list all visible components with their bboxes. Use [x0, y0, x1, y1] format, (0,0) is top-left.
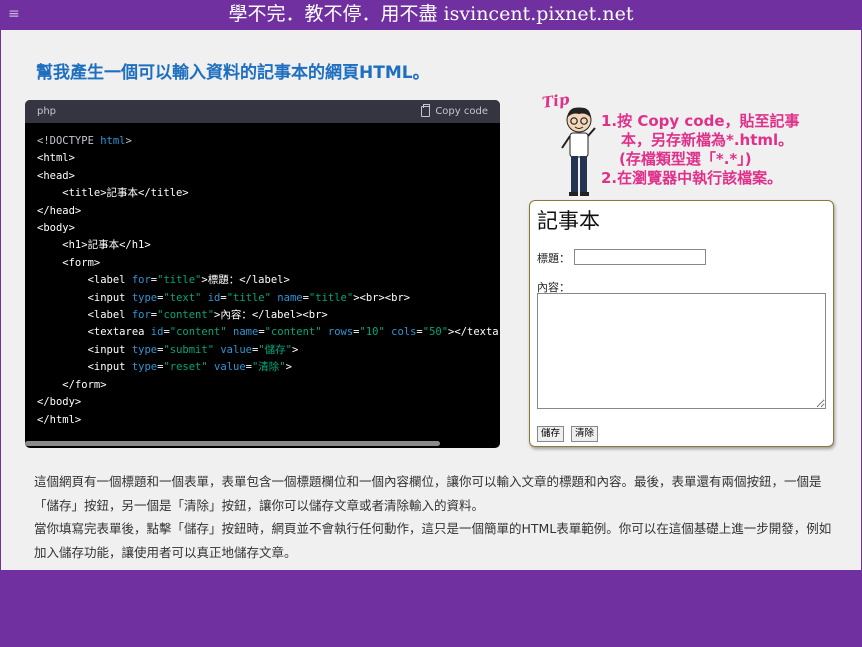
demo-title-input[interactable]	[574, 249, 706, 265]
code-line: <title>記事本</title>	[37, 187, 189, 200]
article-paragraph: 當你填寫完表單後，點擊「儲存」按鈕時，網頁並不會執行任何動作，這只是一個簡單的H…	[34, 521, 832, 560]
notepad-demo-preview: 記事本 標題： 內容： 儲存 清除	[529, 200, 834, 447]
code-line: <!DOCTYPE html>	[37, 135, 132, 147]
code-horizontal-scrollbar[interactable]	[25, 441, 440, 446]
article-heading: 幫我產生一個可以輸入資料的記事本的網頁HTML。	[36, 63, 430, 83]
code-line: </form>	[37, 378, 107, 391]
article-body: 這個網頁有一個標題和一個表單，表單包含一個標題欄位和一個內容欄位，讓你可以輸入文…	[34, 470, 834, 564]
code-line: <h1>記事本</h1>	[37, 239, 151, 252]
tip-line: 1.按 Copy code，貼至記事	[601, 112, 800, 130]
copy-code-button[interactable]: Copy code	[421, 104, 488, 117]
site-title[interactable]: 學不完．教不停．用不盡 isvincent.pixnet.net	[0, 1, 862, 27]
demo-content-textarea[interactable]	[537, 293, 826, 409]
site-header: ≡ 學不完．教不停．用不盡 isvincent.pixnet.net	[0, 0, 862, 30]
clipboard-icon	[421, 104, 431, 117]
tip-line: 2.在瀏覽器中執行該檔案。	[601, 169, 783, 187]
code-body[interactable]: <!DOCTYPE html> <html> <head> <title>記事本</…	[25, 123, 500, 439]
code-line: <textarea id="content" name="content" ro…	[37, 326, 500, 339]
tip-line: (存檔類型選「*.*」)	[619, 150, 752, 168]
tip-line: 本，另存新檔為*.html。	[621, 131, 794, 149]
demo-clear-button[interactable]: 清除	[571, 426, 599, 442]
code-line: <html>	[37, 152, 75, 165]
code-line: <label for="title">標題：</label>	[37, 274, 290, 287]
code-line: </head>	[37, 204, 82, 217]
article-content: 幫我產生一個可以輸入資料的記事本的網頁HTML。 php Copy code <…	[1, 30, 861, 570]
code-header: php Copy code	[25, 100, 500, 123]
code-line: <input type="text" id="title" name="titl…	[37, 291, 411, 304]
demo-save-button[interactable]: 儲存	[537, 426, 565, 442]
site-footer	[0, 570, 862, 647]
demo-title-label: 標題：	[537, 252, 570, 265]
code-line: <form>	[37, 256, 101, 269]
code-line: <body>	[37, 222, 75, 235]
copy-code-label: Copy code	[435, 106, 488, 117]
code-line: <input type="submit" value="儲存">	[37, 343, 299, 356]
cartoon-person-icon	[561, 107, 596, 196]
code-line: </body>	[37, 396, 82, 409]
demo-heading: 記事本	[537, 209, 600, 233]
code-line: <input type="reset" value="清除">	[37, 361, 292, 374]
code-line: <label for="content">內容：</label><br>	[37, 309, 328, 322]
code-language: php	[37, 106, 57, 117]
code-line: </html>	[37, 413, 82, 426]
code-line: <head>	[37, 169, 75, 182]
code-block: php Copy code <!DOCTYPE html> <html> <head…	[25, 100, 500, 448]
article-paragraph: 這個網頁有一個標題和一個表單，表單包含一個標題欄位和一個內容欄位，讓你可以輸入文…	[34, 474, 822, 513]
tip-instructions: 1.按 Copy code，貼至記事 本，另存新檔為*.html。 (存檔類型選…	[601, 112, 800, 188]
tip-callout: Tip 1.按 Copy code，貼至記事 本，另存新檔為*.html。 (存…	[541, 90, 841, 200]
